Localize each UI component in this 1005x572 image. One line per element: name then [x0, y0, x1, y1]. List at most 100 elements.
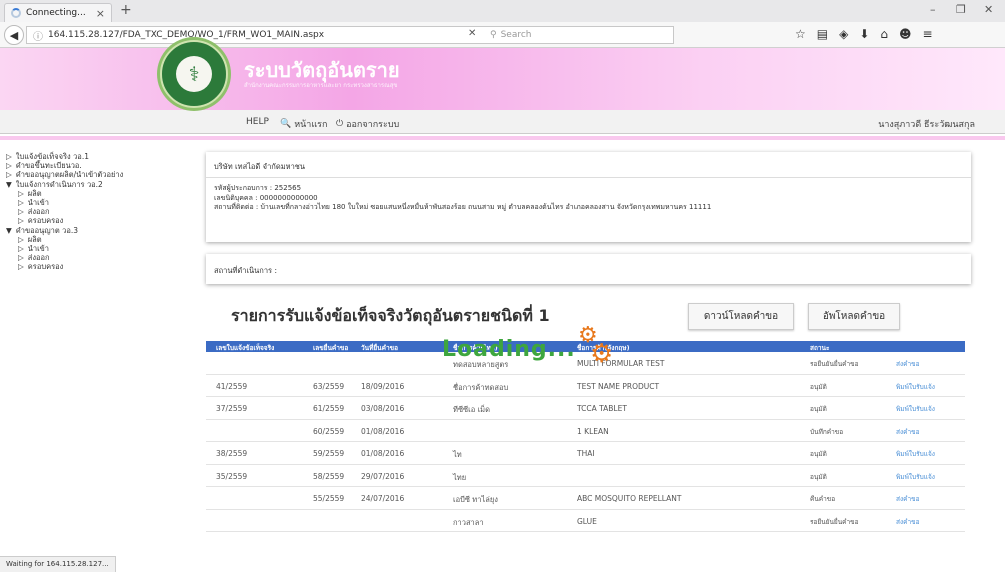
collapsed-arrow-icon[interactable]: ▷ [6, 170, 12, 179]
table-cell: 03/08/2016 [361, 404, 405, 413]
page-title: รายการรับแจ้งข้อเท็จจริงวัตถุอันตรายชนิด… [231, 306, 550, 325]
table-cell: 01/08/2016 [361, 449, 405, 458]
sidebar-tree: ▷ ใบแจ้งข้อเท็จจริง วอ.1 ▷ คำขอขึ้นทะเบียนว… [6, 152, 123, 272]
table-cell: ทีซีซีเอ เม็ด [453, 405, 490, 414]
menu-home[interactable]: 🔍 หน้าแรก [280, 117, 327, 131]
download-icon[interactable]: ⬇ [859, 27, 869, 41]
table-cell: บันทึกคำขอ [810, 427, 844, 436]
table-cell: รอยืนยันยื่นคำขอ [810, 360, 859, 368]
menu-home-label: หน้าแรก [294, 120, 328, 130]
table-row: กาวสาลา GLUE รอยืนยันยื่นคำขอ ส่งคำขอ [206, 510, 965, 532]
juristic-id: เลขนิติบุคคล : 0000000000000 [214, 193, 318, 202]
gear-icon: ⚙ [590, 339, 614, 369]
sidebar-item[interactable]: ▼ ใบแจ้งการดำเนินการ วอ.2 [6, 180, 123, 189]
browser-titlebar: Connecting... × + – ❐ ✕ [0, 0, 1005, 22]
sidebar-item[interactable]: ▷ ส่งออก [6, 207, 123, 216]
collapsed-arrow-icon[interactable]: ▷ [18, 262, 24, 271]
sidebar-item[interactable]: ▷ คำขออนุญาตผลิต/นำเข้าตัวอย่าง [6, 170, 123, 179]
collapsed-arrow-icon[interactable]: ▷ [18, 235, 24, 244]
new-tab-button[interactable]: + [120, 2, 132, 18]
sidebar-item[interactable]: ▼ คำขออนุญาต วอ.3 [6, 226, 123, 235]
expanded-arrow-icon[interactable]: ▼ [6, 180, 12, 189]
browser-tab[interactable]: Connecting... × [4, 3, 112, 22]
reading-list-icon[interactable]: ▤ [817, 27, 828, 41]
collapsed-arrow-icon[interactable]: ▷ [6, 161, 12, 170]
table-cell: คืนคำขอ [810, 495, 836, 503]
expanded-arrow-icon[interactable]: ▼ [6, 226, 12, 235]
collapsed-arrow-icon[interactable]: ▷ [18, 189, 24, 198]
smiley-icon[interactable]: ☻ [899, 27, 912, 41]
power-icon: ⏻ [336, 119, 344, 129]
collapsed-arrow-icon[interactable]: ▷ [18, 207, 24, 216]
sidebar-item-label: ครอบครอง [27, 262, 64, 272]
toolbar-icons: ☆ ▤ ◈ ⬇ ⌂ ☻ ≡ [795, 27, 933, 41]
collapsed-arrow-icon[interactable]: ▷ [6, 152, 12, 161]
minimize-icon[interactable]: – [930, 3, 936, 16]
upload-request-button[interactable]: อัพโหลดคำขอ [808, 303, 900, 330]
collapsed-arrow-icon[interactable]: ▷ [18, 216, 24, 225]
sidebar-item[interactable]: ▷ ผลิต [6, 235, 123, 244]
tab-title: Connecting... [26, 8, 86, 18]
search-placeholder: Search [500, 30, 532, 40]
table-cell: 55/2559 [313, 494, 345, 503]
sidebar-item[interactable]: ▷ นำเข้า [6, 198, 123, 207]
row-action-link[interactable]: พิมพ์ใบรับแจ้ง [896, 449, 935, 459]
search-input[interactable]: ⚲ Search [484, 26, 674, 44]
table-body: ทดสอบหลายสูตร MULTI FORMULAR TEST รอยืนยัน… [206, 352, 965, 532]
table-row: 41/2559 63/2559 18/09/2016 ชื่อการค้าทดสอบ T… [206, 375, 965, 397]
sidebar-item[interactable]: ▷ ผลิต [6, 189, 123, 198]
loading-spinner-icon [11, 8, 21, 18]
row-action-link[interactable]: ส่งคำขอ [896, 517, 920, 527]
row-action-link[interactable]: พิมพ์ใบรับแจ้ง [896, 472, 935, 482]
table-cell: 29/07/2016 [361, 471, 405, 481]
operation-place-label: สถานที่ดำเนินการ : [214, 266, 277, 275]
company-info-panel: บริษัท เทสไอดี จำกัดมหาชน รหัสผู้ประกอบก… [206, 152, 971, 242]
sidebar-item-label: ใบแจ้งการดำเนินการ วอ.2 [15, 179, 103, 189]
divider [0, 136, 1005, 140]
row-action-link[interactable]: ส่งคำขอ [896, 359, 920, 369]
table-row: 35/2559 58/2559 29/07/2016 ไทย อนุมัติ พิมพ์ใ… [206, 465, 965, 487]
collapsed-arrow-icon[interactable]: ▷ [18, 198, 24, 207]
address-bar[interactable]: ⓘ 164.115.28.127/FDA_TXC_DEMO/WO_1/FRM_W… [26, 26, 520, 44]
clear-url-icon[interactable]: ✕ [468, 28, 476, 39]
collapsed-arrow-icon[interactable]: ▷ [18, 253, 24, 262]
sidebar-item[interactable]: ▷ นำเข้า [6, 244, 123, 253]
table-cell: ABC MOSQUITO REPELLANT [577, 494, 682, 503]
table-cell: 35/2559 [216, 471, 248, 481]
bookmark-star-icon[interactable]: ☆ [795, 27, 806, 41]
menu-help[interactable]: HELP [246, 117, 269, 127]
home-icon[interactable]: ⌂ [880, 27, 888, 41]
row-action-link[interactable]: พิมพ์ใบรับแจ้ง [896, 382, 935, 392]
sidebar-item-label: ครอบครอง [27, 216, 64, 226]
site-banner [0, 48, 1005, 110]
sidebar-item-label: นำเข้า [27, 244, 50, 254]
table-cell: TEST NAME PRODUCT [577, 381, 660, 391]
hamburger-menu-icon[interactable]: ≡ [923, 27, 933, 41]
sidebar-item[interactable]: ▷ ครอบครอง [6, 216, 123, 225]
caduceus-icon: ⚕ [176, 56, 212, 92]
row-action-link[interactable]: ส่งคำขอ [896, 427, 920, 437]
table-cell: TCCA TABLET [577, 404, 627, 413]
table-row: 60/2559 01/08/2016 1 KLEAN บันทึกคำขอ ส่งคำข… [206, 420, 965, 442]
sidebar-item-label: คำขอขึ้นทะเบียนวอ. [15, 161, 82, 171]
sidebar-item[interactable]: ▷ ใบแจ้งข้อเท็จจริง วอ.1 [6, 152, 123, 161]
close-window-icon[interactable]: ✕ [984, 3, 993, 16]
download-request-button[interactable]: ดาวน์โหลดคำขอ [688, 303, 794, 330]
table-cell: 59/2559 [313, 449, 345, 458]
home-search-icon: 🔍 [280, 119, 292, 129]
row-action-link[interactable]: ส่งคำขอ [896, 494, 920, 504]
sidebar-item[interactable]: ▷ ส่งออก [6, 253, 123, 262]
row-action-link[interactable]: พิมพ์ใบรับแจ้ง [896, 404, 935, 414]
back-arrow-icon[interactable]: ◀ [4, 25, 24, 45]
tab-close-icon[interactable]: × [96, 7, 105, 20]
sidebar-item[interactable]: ▷ ครอบครอง [6, 262, 123, 271]
menu-logout[interactable]: ⏻ ออกจากระบบ [336, 117, 399, 131]
pocket-icon[interactable]: ◈ [839, 27, 848, 41]
menu-help-label: HELP [246, 117, 269, 127]
sidebar-item[interactable]: ▷ คำขอขึ้นทะเบียนวอ. [6, 161, 123, 170]
menu-logout-label: ออกจากระบบ [346, 120, 400, 130]
collapsed-arrow-icon[interactable]: ▷ [18, 244, 24, 253]
url-text: 164.115.28.127/FDA_TXC_DEMO/WO_1/FRM_WO1… [48, 30, 325, 40]
restore-icon[interactable]: ❐ [956, 3, 966, 16]
info-icon[interactable]: ⓘ [33, 28, 43, 43]
